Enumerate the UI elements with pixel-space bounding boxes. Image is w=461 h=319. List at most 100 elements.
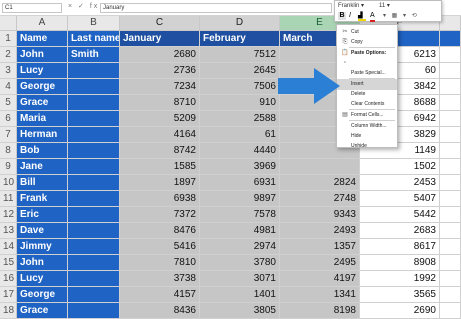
font-name-dropdown[interactable]: Franklin ▾: [338, 2, 364, 9]
cell-c[interactable]: 1897: [120, 175, 200, 191]
cell-c[interactable]: 5209: [120, 111, 200, 127]
cell-a[interactable]: Jimmy: [17, 239, 68, 255]
row-header[interactable]: 16: [0, 271, 17, 287]
toolbar-misc-icons[interactable]: ▾ ▦ ▾ ⟲: [383, 12, 419, 19]
cell-a[interactable]: Jane: [17, 159, 68, 175]
row-header[interactable]: 7: [0, 127, 17, 143]
cell-f[interactable]: 2683: [360, 223, 440, 239]
cell-b[interactable]: [68, 159, 120, 175]
cell-f[interactable]: 5442: [360, 207, 440, 223]
cell-a[interactable]: Grace: [17, 303, 68, 319]
cell-d[interactable]: 4440: [200, 143, 280, 159]
cell-b[interactable]: [68, 287, 120, 303]
cell-b[interactable]: [68, 255, 120, 271]
cell-d[interactable]: 61: [200, 127, 280, 143]
cell-a[interactable]: Herman: [17, 127, 68, 143]
row-header[interactable]: 18: [0, 303, 17, 319]
row-header[interactable]: 2: [0, 47, 17, 63]
cell-e[interactable]: 2493: [280, 223, 360, 239]
column-header-d[interactable]: D: [200, 16, 280, 31]
cell-c[interactable]: 2680: [120, 47, 200, 63]
cell-b[interactable]: [68, 271, 120, 287]
cell-g[interactable]: [440, 255, 461, 271]
cell-f[interactable]: 2453: [360, 175, 440, 191]
column-header-c[interactable]: C: [120, 16, 200, 31]
cell-a[interactable]: Frank: [17, 191, 68, 207]
column-header-b[interactable]: B: [68, 16, 120, 31]
cell-d[interactable]: 9897: [200, 191, 280, 207]
cell-c[interactable]: 4157: [120, 287, 200, 303]
cell-a[interactable]: Lucy: [17, 271, 68, 287]
cell-b[interactable]: [68, 79, 120, 95]
cell-g[interactable]: [440, 159, 461, 175]
cell-c[interactable]: 7234: [120, 79, 200, 95]
cell-f[interactable]: 2690: [360, 303, 440, 319]
cell-e[interactable]: 2748: [280, 191, 360, 207]
row-header[interactable]: 3: [0, 63, 17, 79]
cell-g[interactable]: [440, 127, 461, 143]
cell-c[interactable]: 8476: [120, 223, 200, 239]
row-header[interactable]: 12: [0, 207, 17, 223]
cell-c[interactable]: 5416: [120, 239, 200, 255]
font-color-icon[interactable]: A: [370, 12, 375, 22]
cell-f[interactable]: 8617: [360, 239, 440, 255]
cell-b[interactable]: Last name: [68, 31, 120, 47]
column-header-a[interactable]: A: [17, 16, 68, 31]
cell-a[interactable]: Lucy: [17, 63, 68, 79]
cell-a[interactable]: George: [17, 287, 68, 303]
menu-item-unhide[interactable]: Unhide: [337, 141, 397, 152]
cell-c[interactable]: 4164: [120, 127, 200, 143]
italic-button[interactable]: I: [349, 12, 351, 20]
row-header[interactable]: 15: [0, 255, 17, 271]
cell-b[interactable]: [68, 143, 120, 159]
cell-d[interactable]: February: [200, 31, 280, 47]
cell-e[interactable]: 2495: [280, 255, 360, 271]
cell-b[interactable]: [68, 175, 120, 191]
cell-g[interactable]: [440, 271, 461, 287]
cell-d[interactable]: 4981: [200, 223, 280, 239]
cell-c[interactable]: 3738: [120, 271, 200, 287]
row-header[interactable]: 11: [0, 191, 17, 207]
cell-e[interactable]: 1357: [280, 239, 360, 255]
cell-g[interactable]: [440, 191, 461, 207]
cell-e[interactable]: 4197: [280, 271, 360, 287]
cell-g[interactable]: [440, 239, 461, 255]
formula-buttons[interactable]: × ✓ fx: [68, 2, 99, 10]
cell-d[interactable]: 2974: [200, 239, 280, 255]
row-header[interactable]: 14: [0, 239, 17, 255]
cell-f[interactable]: 5407: [360, 191, 440, 207]
cell-b[interactable]: Smith: [68, 47, 120, 63]
cell-c[interactable]: 1585: [120, 159, 200, 175]
cell-c[interactable]: 2736: [120, 63, 200, 79]
row-header[interactable]: 6: [0, 111, 17, 127]
cell-c[interactable]: 6938: [120, 191, 200, 207]
cell-b[interactable]: [68, 127, 120, 143]
font-size-dropdown[interactable]: 11 ▾: [379, 2, 390, 9]
cell-d[interactable]: 3805: [200, 303, 280, 319]
cell-e[interactable]: [280, 159, 360, 175]
cell-a[interactable]: Name: [17, 31, 68, 47]
cell-a[interactable]: George: [17, 79, 68, 95]
cell-d[interactable]: 7578: [200, 207, 280, 223]
cell-d[interactable]: 2588: [200, 111, 280, 127]
cell-c[interactable]: January: [120, 31, 200, 47]
cell-a[interactable]: Dave: [17, 223, 68, 239]
row-header[interactable]: 13: [0, 223, 17, 239]
cell-g[interactable]: [440, 63, 461, 79]
cell-a[interactable]: Bob: [17, 143, 68, 159]
cell-e[interactable]: 8198: [280, 303, 360, 319]
cell-a[interactable]: John: [17, 255, 68, 271]
cell-g[interactable]: [440, 31, 461, 47]
cell-a[interactable]: Maria: [17, 111, 68, 127]
cell-a[interactable]: Bill: [17, 175, 68, 191]
name-box[interactable]: C1: [2, 3, 62, 13]
cell-d[interactable]: 1401: [200, 287, 280, 303]
cell-b[interactable]: [68, 191, 120, 207]
cell-d[interactable]: 3780: [200, 255, 280, 271]
cell-d[interactable]: 910: [200, 95, 280, 111]
cell-c[interactable]: 8742: [120, 143, 200, 159]
cell-d[interactable]: 3071: [200, 271, 280, 287]
cell-d[interactable]: 7512: [200, 47, 280, 63]
cell-g[interactable]: [440, 223, 461, 239]
cell-a[interactable]: Eric: [17, 207, 68, 223]
